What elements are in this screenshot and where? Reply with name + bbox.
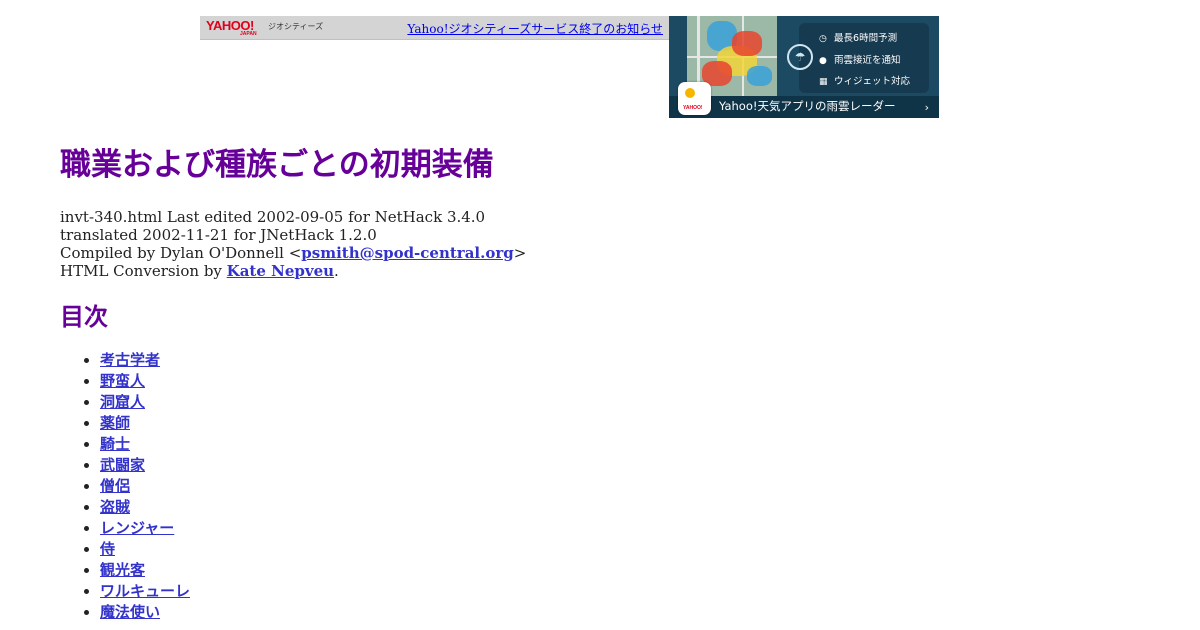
meta-translated-line: translated 2002-11-21 for JNetHack 1.2.0	[60, 226, 377, 244]
toc-heading: 目次	[60, 302, 108, 331]
toc-item: 侍	[100, 539, 1160, 560]
toc-item: 武闘家	[100, 455, 1160, 476]
service-end-notice-link[interactable]: Yahoo!ジオシティーズサービス終了のお知らせ	[407, 20, 663, 37]
app-icon-brand: YAHOO!	[683, 105, 703, 111]
toc-link-valkyrie[interactable]: ワルキューレ	[100, 582, 190, 600]
toc-item: 盗賊	[100, 497, 1160, 518]
geocities-label: ジオシティーズ	[268, 22, 324, 31]
toc-item: 薬師	[100, 413, 1160, 434]
page-title: 職業および種族ごとの初期装備	[60, 147, 494, 183]
main-content: 職業および種族ごとの初期装備 invt-340.html Last edited…	[60, 144, 1160, 623]
toc-link-knight[interactable]: 騎士	[100, 435, 130, 453]
chevron-right-icon: ›	[924, 101, 929, 114]
toc-link-samurai[interactable]: 侍	[100, 540, 115, 558]
toc-item: 騎士	[100, 434, 1160, 455]
meta-compiled-line: Compiled by Dylan O'Donnell <psmith@spod…	[60, 244, 527, 262]
toc-link-monk[interactable]: 武闘家	[100, 456, 145, 474]
toc-link-rogue[interactable]: 盗賊	[100, 498, 130, 516]
feature-row-notify: ● 雨雲接近を通知	[819, 55, 901, 66]
toc-item: 考古学者	[100, 350, 1160, 371]
toc-item: 観光客	[100, 560, 1160, 581]
toc-link-tourist[interactable]: 観光客	[100, 561, 145, 579]
toc-link-archeologist[interactable]: 考古学者	[100, 351, 160, 369]
compiler-email-link[interactable]: psmith@spod-central.org	[301, 244, 513, 262]
geocities-header-bar: YAHOO! JAPAN ジオシティーズ Yahoo!ジオシティーズサービス終了…	[200, 16, 669, 40]
toc-item: ワルキューレ	[100, 581, 1160, 602]
toc-item: 魔法使い	[100, 602, 1160, 623]
toc-item: 野蛮人	[100, 371, 1160, 392]
meta-edited-line: invt-340.html Last edited 2002-09-05 for…	[60, 208, 486, 226]
sun-icon	[685, 88, 695, 98]
table-of-contents: 考古学者 野蛮人 洞窟人 薬師 騎士 武闘家 僧侶 盗賊 レンジャー 侍 観光客…	[60, 350, 1160, 623]
clock-icon: ◷	[819, 34, 827, 44]
toc-link-healer[interactable]: 薬師	[100, 414, 130, 432]
meta-conversion-line: HTML Conversion by Kate Nepveu.	[60, 262, 339, 280]
weather-app-ad[interactable]: ◷ 最長6時間予測 ● 雨雲接近を通知 ▦ ウィジェット対応 ☂ Yahoo!天…	[669, 16, 939, 118]
location-pin-icon: ●	[819, 56, 827, 66]
feature-row-forecast: ◷ 最長6時間予測	[819, 33, 898, 44]
toc-link-caveman[interactable]: 洞窟人	[100, 393, 145, 411]
weather-app-icon: YAHOO!	[678, 82, 711, 115]
feature-row-widget: ▦ ウィジェット対応	[819, 76, 911, 87]
ad-title: Yahoo!天気アプリの雨雲レーダー	[719, 99, 896, 113]
converter-name-link[interactable]: Kate Nepveu	[227, 262, 334, 280]
yahoo-logo-japan: JAPAN	[240, 31, 257, 37]
toc-item: レンジャー	[100, 518, 1160, 539]
rain-cloud-icon: ☂	[787, 44, 813, 70]
toc-link-ranger[interactable]: レンジャー	[100, 519, 174, 537]
toc-link-wizard[interactable]: 魔法使い	[100, 603, 160, 621]
toc-link-priest[interactable]: 僧侶	[100, 477, 130, 495]
widget-grid-icon: ▦	[819, 77, 828, 87]
document-meta: invt-340.html Last edited 2002-09-05 for…	[60, 208, 1160, 280]
toc-item: 洞窟人	[100, 392, 1160, 413]
toc-item: 僧侶	[100, 476, 1160, 497]
toc-link-barbarian[interactable]: 野蛮人	[100, 372, 145, 390]
feature-panel: ◷ 最長6時間予測 ● 雨雲接近を通知 ▦ ウィジェット対応	[799, 23, 929, 93]
